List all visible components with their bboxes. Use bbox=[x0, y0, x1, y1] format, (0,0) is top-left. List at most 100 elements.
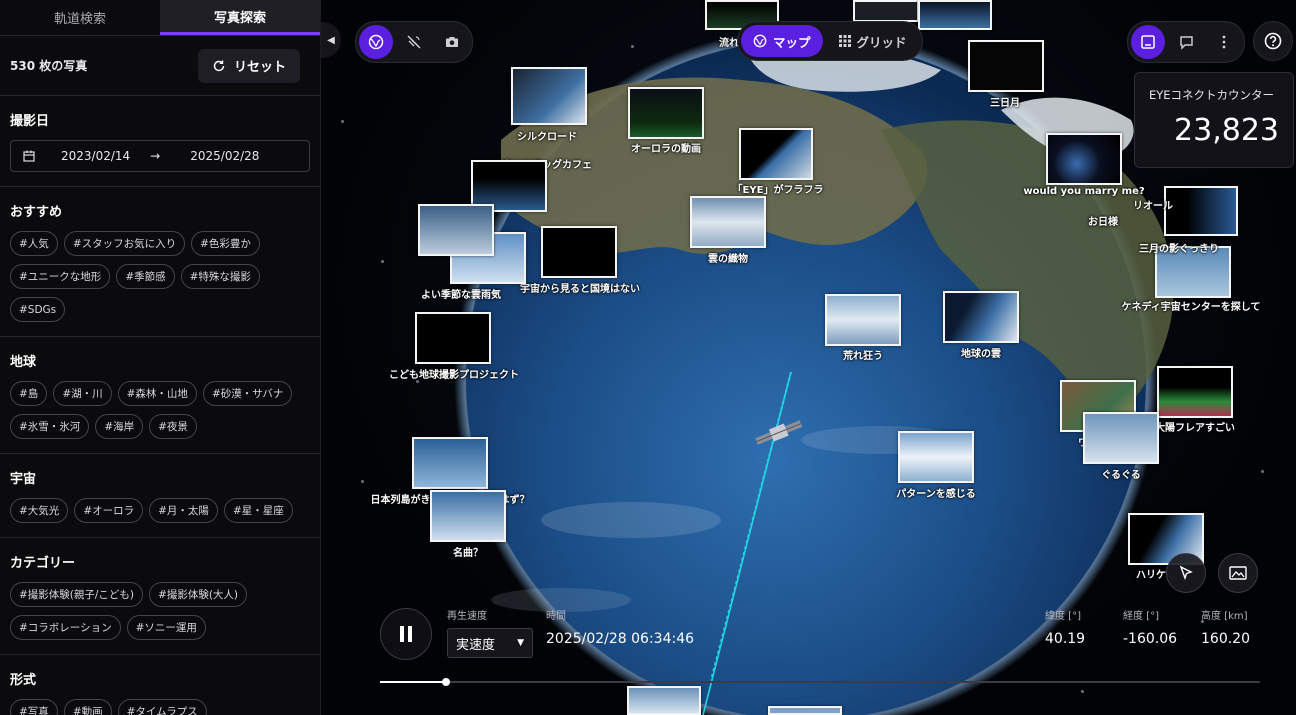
photo-thumbnail[interactable] bbox=[418, 204, 494, 256]
photo-thumbnail[interactable] bbox=[898, 431, 974, 483]
chevron-down-icon: ▼ bbox=[517, 638, 524, 648]
date-range-picker[interactable]: 2023/02/14 → 2025/02/28 bbox=[10, 140, 310, 172]
photo-thumbnail[interactable] bbox=[1164, 186, 1238, 236]
more-button[interactable] bbox=[1207, 25, 1241, 59]
comment-button[interactable] bbox=[1169, 25, 1203, 59]
tag-chip[interactable]: #色彩豊か bbox=[191, 231, 260, 256]
altitude-label: 高度 [km] bbox=[1201, 611, 1248, 622]
tag-chip[interactable]: #森林・山地 bbox=[117, 381, 197, 406]
tag-chip[interactable]: #大気光 bbox=[10, 498, 69, 523]
help-button[interactable] bbox=[1253, 21, 1293, 61]
camera-mode-button[interactable] bbox=[435, 25, 469, 59]
tag-chip[interactable]: #スタッフお気に入り bbox=[63, 231, 186, 256]
cursor-icon bbox=[1179, 565, 1193, 581]
photo-thumbnail[interactable] bbox=[943, 291, 1019, 343]
photo-thumbnail[interactable] bbox=[1046, 133, 1122, 185]
photo-thumbnail[interactable] bbox=[412, 437, 488, 489]
gallery-button[interactable] bbox=[1131, 25, 1165, 59]
speed-select[interactable]: 実速度 ▼ bbox=[447, 628, 533, 658]
photo-thumbnail[interactable] bbox=[627, 686, 701, 715]
tag-chip[interactable]: #特殊な撮影 bbox=[180, 264, 260, 289]
tag-chip[interactable]: #ソニー運用 bbox=[126, 615, 206, 640]
tag-chip[interactable]: #島 bbox=[10, 381, 48, 406]
photo-thumbnail[interactable] bbox=[739, 128, 813, 180]
tag-chip[interactable]: #写真 bbox=[10, 699, 58, 715]
photo-thumbnail[interactable] bbox=[768, 706, 842, 715]
photo-thumbnail[interactable] bbox=[968, 40, 1044, 92]
reset-label: リセット bbox=[233, 60, 286, 75]
photo-thumbnail[interactable] bbox=[628, 87, 704, 139]
tag-chip[interactable]: #氷雪・氷河 bbox=[10, 414, 90, 439]
photo-thumbnail[interactable] bbox=[430, 490, 506, 542]
tab-orbit-search[interactable]: 軌道検索 bbox=[0, 0, 160, 35]
tag-chip[interactable]: #人気 bbox=[10, 231, 58, 256]
tag-chip[interactable]: #撮影体験(親子/こども) bbox=[10, 582, 144, 607]
section-title: おすすめ bbox=[10, 205, 63, 220]
speed-label: 再生速度 bbox=[447, 611, 487, 622]
section-title: 宇宙 bbox=[10, 472, 37, 487]
photo-count: 530 枚の写真 bbox=[10, 59, 88, 73]
photo-thumbnail[interactable] bbox=[511, 67, 587, 125]
layer-mode-toggle bbox=[355, 21, 473, 63]
image-tool-button[interactable] bbox=[1218, 553, 1258, 593]
globe-map[interactable]: オーロラの動画 「EYE」がフラフラ 雲の織物 三日月 would you ma… bbox=[321, 0, 1296, 715]
photo-thumbnail[interactable] bbox=[1083, 412, 1159, 464]
refresh-icon bbox=[213, 60, 225, 71]
satellite-mode-button[interactable] bbox=[397, 25, 431, 59]
grid-view-button[interactable]: グリッド bbox=[827, 25, 919, 57]
tag-list: #人気 #スタッフお気に入り #色彩豊か #ユニークな地形 #季節感 #特殊な撮… bbox=[10, 231, 310, 322]
chevron-left-icon: ◀ bbox=[327, 34, 335, 46]
tag-chip[interactable]: #動画 bbox=[63, 699, 112, 715]
tag-chip[interactable]: #オーロラ bbox=[74, 498, 144, 523]
photo-thumbnail[interactable] bbox=[415, 312, 491, 364]
map-view-button[interactable]: マップ bbox=[741, 25, 823, 57]
photo-thumbnail[interactable] bbox=[541, 226, 617, 278]
photo-thumbnail[interactable] bbox=[825, 294, 901, 346]
timeline-track[interactable] bbox=[380, 681, 1260, 683]
iss-satellite-icon[interactable] bbox=[753, 415, 805, 451]
photo-thumbnail[interactable] bbox=[1155, 246, 1231, 298]
altitude-value: 160.20 bbox=[1201, 631, 1250, 647]
timeline-handle[interactable] bbox=[442, 678, 450, 686]
tag-chip[interactable]: #季節感 bbox=[116, 264, 175, 289]
tag-list: #大気光 #オーロラ #月・太陽 #星・星座 bbox=[10, 498, 310, 523]
tag-chip[interactable]: #月・太陽 bbox=[149, 498, 218, 523]
globe-mode-button[interactable] bbox=[359, 25, 393, 59]
tag-chip[interactable]: #砂漠・サバナ bbox=[202, 381, 293, 406]
tag-chip[interactable]: #夜景 bbox=[149, 414, 197, 439]
tab-photo-explore[interactable]: 写真探索 bbox=[160, 0, 320, 35]
tag-chip[interactable]: #タイムラプス bbox=[117, 699, 207, 715]
date-section-title: 撮影日 bbox=[10, 114, 50, 129]
tag-chip[interactable]: #ユニークな地形 bbox=[10, 264, 111, 289]
help-icon bbox=[1264, 32, 1282, 50]
timeline-progress bbox=[380, 681, 446, 683]
count-row: 530 枚の写真 リセット bbox=[0, 36, 320, 96]
star bbox=[361, 480, 364, 483]
date-arrow: → bbox=[150, 149, 161, 163]
reset-button[interactable]: リセット bbox=[197, 48, 300, 83]
tag-chip[interactable]: #湖・川 bbox=[53, 381, 112, 406]
globe-icon bbox=[753, 34, 767, 48]
latitude-label: 緯度 [°] bbox=[1045, 611, 1081, 622]
star bbox=[1261, 470, 1264, 473]
tag-chip[interactable]: #撮影体験(大人) bbox=[149, 582, 248, 607]
star bbox=[631, 45, 634, 48]
pause-button[interactable] bbox=[380, 608, 432, 660]
recommend-section: おすすめ #人気 #スタッフお気に入り #色彩豊か #ユニークな地形 #季節感 … bbox=[0, 187, 320, 337]
photo-thumbnail[interactable] bbox=[853, 0, 919, 22]
globe-icon bbox=[368, 34, 384, 50]
section-title: 地球 bbox=[10, 355, 37, 370]
photo-thumbnail[interactable] bbox=[1157, 366, 1233, 418]
tag-chip[interactable]: #星・星座 bbox=[223, 498, 293, 523]
category-section: カテゴリー #撮影体験(親子/こども) #撮影体験(大人) #コラボレーション … bbox=[0, 538, 320, 655]
tag-chip[interactable]: #海岸 bbox=[95, 414, 144, 439]
select-tool-button[interactable] bbox=[1166, 553, 1206, 593]
photo-thumbnail[interactable] bbox=[690, 196, 766, 248]
panel-toggle bbox=[1127, 21, 1245, 63]
tag-chip[interactable]: #コラボレーション bbox=[10, 615, 121, 640]
date-to: 2025/02/28 bbox=[190, 149, 260, 163]
tag-chip[interactable]: #SDGs bbox=[10, 297, 66, 322]
photo-thumbnail[interactable] bbox=[918, 0, 992, 30]
longitude-label: 経度 [°] bbox=[1123, 611, 1159, 622]
date-section: 撮影日 2023/02/14 → 2025/02/28 bbox=[0, 96, 320, 187]
